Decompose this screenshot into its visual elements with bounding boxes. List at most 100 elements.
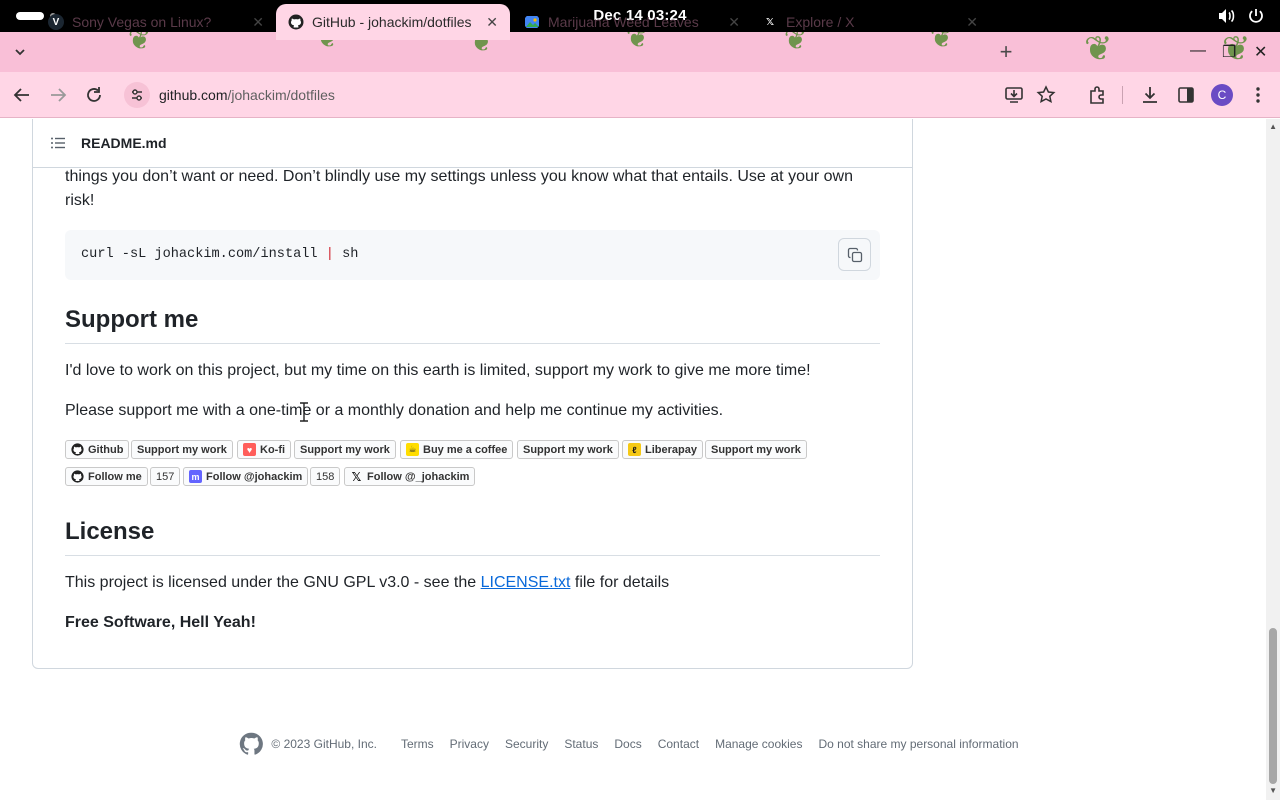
reload-icon[interactable] [83, 84, 105, 106]
back-arrow-icon[interactable] [11, 84, 33, 106]
install-command-pipe: | [325, 247, 334, 262]
readme-filename[interactable]: README.md [81, 135, 167, 151]
footer-link-terms[interactable]: Terms [401, 737, 434, 751]
badge-label: Follow @_johackim [367, 470, 470, 483]
badge-kofi[interactable]: ♥ Ko-fi [237, 440, 292, 459]
footer-copyright: © 2023 GitHub, Inc. [271, 737, 377, 751]
license-tagline: Free Software, Hell Yeah! [65, 614, 256, 631]
maximize-button[interactable]: ❐ [1222, 42, 1236, 62]
forward-arrow-icon[interactable] [47, 84, 69, 106]
footer-link-security[interactable]: Security [505, 737, 548, 751]
power-icon[interactable] [1246, 6, 1266, 26]
tab-close-icon[interactable]: ✕ [966, 14, 978, 31]
tab-explore-x[interactable]: 𝕏 Explore / X ✕ [750, 4, 990, 40]
badge-liberapay[interactable]: ℓ Liberapay [622, 440, 703, 459]
site-info-icon[interactable] [124, 82, 150, 108]
tab-title: Marijuana Weed Leaves [548, 14, 699, 30]
browser-toolbar: github.com/johackim/dotfiles C [0, 72, 1280, 118]
license-heading: License [65, 518, 880, 556]
badge-x-follow[interactable]: 𝕏 Follow @_johackim [344, 467, 476, 486]
profile-avatar[interactable]: C [1211, 84, 1233, 106]
footer-link-docs[interactable]: Docs [614, 737, 641, 751]
license-paragraph: This project is licensed under the GNU G… [65, 571, 880, 595]
text-cursor-icon [300, 402, 308, 422]
bookmark-star-icon[interactable] [1035, 84, 1057, 106]
url-text: github.com/johackim/dotfiles [159, 87, 335, 103]
side-panel-icon[interactable] [1175, 84, 1197, 106]
volume-icon[interactable] [1216, 6, 1236, 26]
liberapay-icon: ℓ [628, 443, 641, 456]
install-command-end: sh [333, 247, 359, 262]
scroll-up-arrow-icon[interactable]: ▲ [1269, 122, 1277, 131]
tab-title: GitHub - johackim/dotfiles [312, 14, 472, 30]
url-host: github.com [159, 87, 228, 103]
badge-support-my-work[interactable]: Support my work [131, 440, 233, 459]
tab-close-icon[interactable]: ✕ [728, 14, 740, 31]
footer-link-manage-cookies[interactable]: Manage cookies [715, 737, 802, 751]
tab-title: Explore / X [786, 14, 855, 30]
support-heading: Support me [65, 306, 880, 344]
minimize-button[interactable]: — [1190, 42, 1206, 60]
license-text-end: file for details [570, 574, 670, 591]
github-icon [71, 443, 84, 456]
theme-leaf-decoration: ❦ [1084, 32, 1113, 68]
badge-github-follow[interactable]: Follow me [65, 467, 148, 486]
copy-icon [847, 247, 862, 262]
readme-intro-paragraph: things you don’t want or need. Don’t bli… [65, 168, 853, 209]
github-logo-icon[interactable] [239, 732, 264, 756]
downloads-icon[interactable] [1139, 84, 1161, 106]
menu-kebab-icon[interactable] [1247, 84, 1269, 106]
close-window-button[interactable]: ✕ [1254, 42, 1267, 62]
extensions-puzzle-icon[interactable] [1086, 84, 1108, 106]
google-images-favicon-icon [525, 16, 539, 28]
badge-label: Ko-fi [260, 443, 286, 456]
footer-link-contact[interactable]: Contact [658, 737, 699, 751]
support-paragraph-1: I'd love to work on this project, but my… [65, 362, 811, 379]
badge-label: Follow @johackim [206, 470, 303, 483]
tab-close-icon[interactable]: ✕ [486, 14, 498, 31]
badge-label: 158 [316, 470, 335, 483]
install-code-block: curl -sL johackim.com/install | sh [65, 230, 880, 280]
badge-label: 157 [156, 470, 175, 483]
tab-sony-vegas[interactable]: V Sony Vegas on Linux? ✕ [36, 4, 276, 40]
badge-follower-count[interactable]: 157 [150, 467, 181, 486]
new-tab-button[interactable]: + [996, 40, 1016, 64]
github-favicon-icon [288, 14, 304, 30]
badge-support-my-work[interactable]: Support my work [517, 440, 619, 459]
coffee-cup-icon: ☕ [406, 443, 419, 456]
badge-follower-count[interactable]: 158 [310, 467, 341, 486]
kofi-cup-icon: ♥ [243, 443, 256, 456]
badge-label: Liberapay [645, 443, 697, 456]
install-app-icon[interactable] [1003, 84, 1025, 106]
footer-link-privacy[interactable]: Privacy [450, 737, 489, 751]
tab-favicon: V [48, 14, 64, 30]
outline-list-icon[interactable] [50, 135, 66, 151]
support-paragraph-2: Please support me with a one-time or a m… [65, 402, 724, 419]
x-favicon-icon: 𝕏 [762, 14, 778, 30]
badge-buy-me-a-coffee[interactable]: ☕ Buy me a coffee [400, 440, 514, 459]
badge-support-my-work[interactable]: Support my work [294, 440, 396, 459]
badge-label: Support my work [137, 443, 227, 456]
footer-link-status[interactable]: Status [564, 737, 598, 751]
footer-link-do-not-share[interactable]: Do not share my personal information [818, 737, 1018, 751]
github-icon [71, 470, 84, 483]
mastodon-icon: m [189, 470, 202, 483]
tab-search-icon[interactable] [12, 44, 28, 60]
scroll-down-arrow-icon[interactable]: ▼ [1269, 786, 1277, 795]
license-link[interactable]: LICENSE.txt [481, 574, 571, 591]
badge-github-sponsor[interactable]: Github [65, 440, 130, 459]
badge-label: Support my work [300, 443, 390, 456]
x-logo-icon: 𝕏 [351, 469, 362, 484]
copy-button[interactable] [838, 238, 871, 271]
tab-github-dotfiles[interactable]: GitHub - johackim/dotfiles ✕ [276, 4, 510, 40]
install-command: curl -sL johackim.com/install | sh [81, 247, 358, 262]
tab-marijuana-leaves[interactable]: Marijuana Weed Leaves ✕ [512, 4, 752, 40]
badge-mastodon-follow[interactable]: m Follow @johackim [183, 467, 309, 486]
address-bar[interactable]: github.com/johackim/dotfiles [118, 80, 988, 110]
license-text: This project is licensed under the GNU G… [65, 574, 481, 591]
web-page: README.md things you don’t want or need.… [0, 119, 1266, 800]
badge-support-my-work[interactable]: Support my work [705, 440, 807, 459]
tab-close-icon[interactable]: ✕ [252, 14, 264, 31]
github-footer: © 2023 GitHub, Inc. Terms Privacy Securi… [0, 732, 1266, 756]
scrollbar-thumb[interactable] [1269, 628, 1277, 784]
